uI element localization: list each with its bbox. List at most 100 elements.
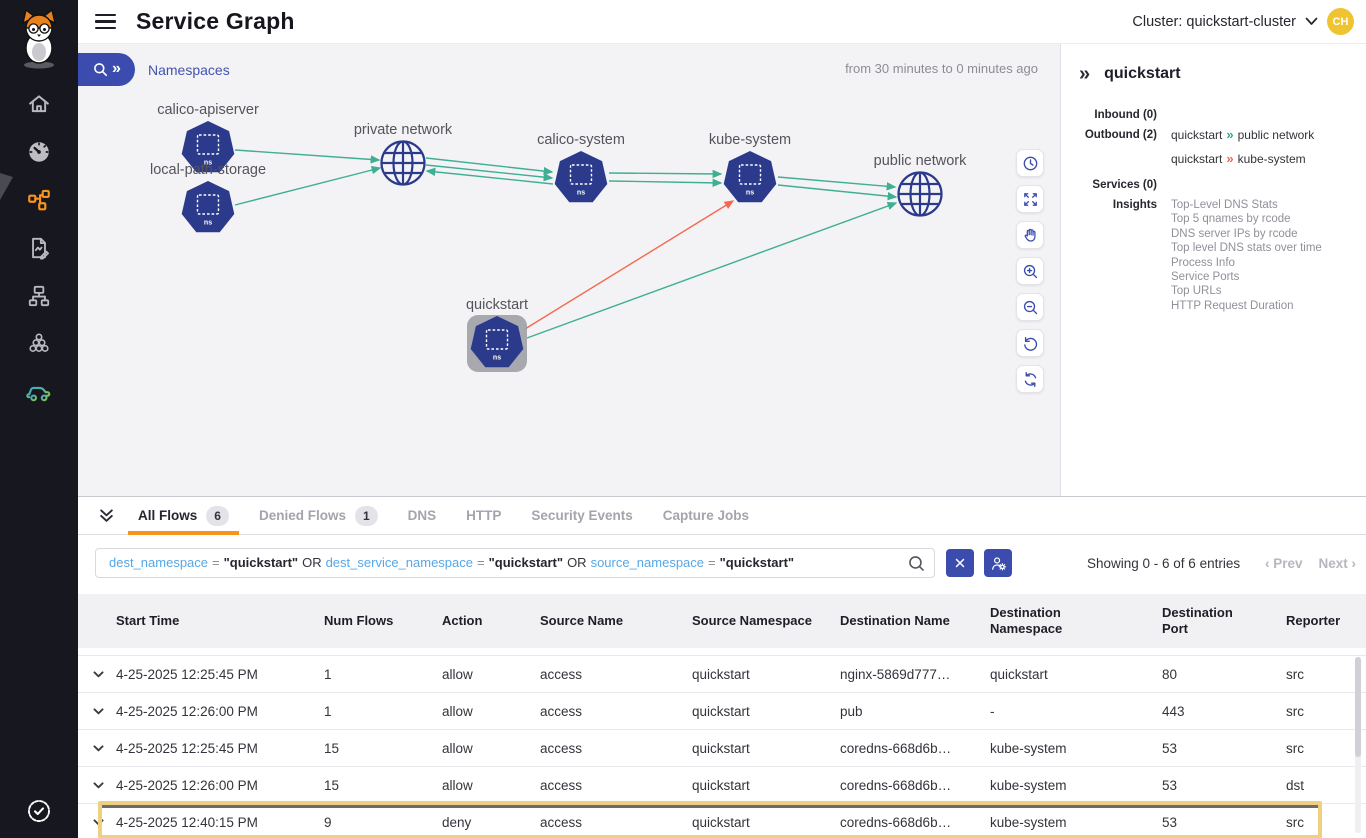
filter-segment-op: = — [708, 555, 716, 570]
column-header[interactable]: Destination Port — [1162, 605, 1286, 638]
cluster-selector[interactable]: Cluster: quickstart-cluster — [1132, 14, 1318, 30]
zoom-out-icon[interactable] — [1016, 293, 1044, 321]
graph-view-label[interactable]: Namespaces — [148, 62, 230, 78]
insight-link[interactable]: Top-Level DNS Stats — [1171, 198, 1356, 212]
graph-node-local-path-storage[interactable]: nslocal-path-storage — [150, 162, 266, 232]
flow-row[interactable]: 4-25-2025 12:25:45 PM1allowaccessquickst… — [78, 656, 1366, 693]
column-header[interactable]: Action — [442, 613, 540, 629]
cell: allow — [442, 667, 540, 682]
cell: quickstart — [692, 815, 840, 830]
flow-direction-icon: » — [1226, 151, 1233, 166]
insight-link[interactable]: Top 5 qnames by rcode — [1171, 212, 1356, 226]
tab-dns[interactable]: DNS — [393, 497, 452, 535]
cell: access — [540, 704, 692, 719]
flow-filter-input[interactable]: dest_namespace="quickstart"ORdest_servic… — [95, 548, 935, 578]
cell: 4-25-2025 12:40:15 PM — [116, 815, 324, 830]
column-header[interactable]: Destination Namespace — [990, 605, 1162, 638]
user-settings-button[interactable] — [984, 549, 1012, 577]
undo-icon[interactable] — [1016, 329, 1044, 357]
cell: 53 — [1162, 815, 1286, 830]
collapse-panel-icon[interactable]: » — [1079, 64, 1090, 84]
tab-all-flows[interactable]: All Flows6 — [123, 497, 244, 535]
tab-capture-jobs[interactable]: Capture Jobs — [648, 497, 764, 535]
insight-link[interactable]: DNS server IPs by rcode — [1171, 227, 1356, 241]
tab-label: DNS — [408, 508, 437, 523]
pan-hand-icon[interactable] — [1016, 221, 1044, 249]
double-chevron-down-icon[interactable] — [98, 507, 115, 524]
hamburger-menu-icon[interactable] — [95, 10, 119, 34]
filter-segment-value: "quickstart" — [720, 555, 794, 570]
time-range-icon[interactable] — [1016, 149, 1044, 177]
flow-row[interactable]: 4-25-2025 12:25:45 PM15allowaccessquicks… — [78, 730, 1366, 767]
filter-segment-field: dest_service_namespace — [326, 555, 473, 570]
dashboard-gauge-icon[interactable] — [0, 128, 78, 176]
expand-row-icon[interactable] — [92, 816, 116, 829]
policies-icon[interactable] — [0, 224, 78, 272]
column-header[interactable]: Source Namespace — [692, 613, 840, 629]
cell: kube-system — [990, 778, 1162, 793]
expand-row-icon[interactable] — [92, 779, 116, 792]
outbound-edge[interactable]: quickstart»public network — [1171, 123, 1356, 147]
tab-security-events[interactable]: Security Events — [516, 497, 647, 535]
search-icon[interactable] — [906, 553, 927, 578]
next-page-button[interactable]: Next › — [1318, 556, 1356, 571]
inbound-label: Inbound (0) — [1079, 105, 1157, 121]
tab-label: HTTP — [466, 508, 501, 523]
outbound-edge[interactable]: quickstart»kube-system — [1171, 147, 1356, 171]
service-graph-canvas[interactable]: nscalico-apiservernslocal-path-storagepr… — [78, 44, 1060, 496]
graph-node-private-network[interactable]: private network — [354, 122, 453, 185]
showing-entries-label: Showing 0 - 6 of 6 entries — [1087, 556, 1240, 571]
filter-segment-field: dest_namespace — [109, 555, 208, 570]
insight-link[interactable]: Top level DNS stats over time — [1171, 241, 1356, 255]
column-header[interactable]: Start Time — [116, 613, 324, 629]
cell: 4-25-2025 12:26:00 PM — [116, 704, 324, 719]
refresh-icon[interactable] — [1016, 365, 1044, 393]
graph-node-calico-system[interactable]: nscalico-system — [537, 132, 625, 202]
column-header[interactable]: Reporter — [1286, 613, 1366, 629]
cell: 443 — [1162, 704, 1286, 719]
graph-node-quickstart[interactable]: nsquickstart — [466, 297, 528, 372]
expand-row-icon[interactable] — [92, 705, 116, 718]
network-tree-icon[interactable] — [0, 272, 78, 320]
cell: 1 — [324, 704, 442, 719]
zoom-in-icon[interactable] — [1016, 257, 1044, 285]
user-avatar[interactable]: CH — [1327, 8, 1354, 35]
filter-segment-op: = — [477, 555, 485, 570]
cell: src — [1286, 704, 1366, 719]
cell: 1 — [324, 667, 442, 682]
fit-screen-icon[interactable] — [1016, 185, 1044, 213]
tab-denied-flows[interactable]: Denied Flows1 — [244, 497, 393, 535]
column-header[interactable]: Num Flows — [324, 613, 442, 629]
graph-search-pill[interactable]: » — [78, 53, 135, 86]
close-icon — [953, 556, 967, 570]
insight-link[interactable]: Top URLs — [1171, 284, 1356, 298]
column-header[interactable]: Source Name — [540, 613, 692, 629]
insight-link[interactable]: Process Info — [1171, 256, 1356, 270]
tab-label: Security Events — [531, 508, 632, 523]
expand-row-icon[interactable] — [92, 742, 116, 755]
column-header[interactable]: Destination Name — [840, 613, 990, 629]
compliance-car-icon[interactable] — [0, 368, 78, 416]
insight-link[interactable]: HTTP Request Duration — [1171, 299, 1356, 313]
service-graph-icon[interactable] — [0, 176, 78, 224]
tab-http[interactable]: HTTP — [451, 497, 516, 535]
tab-label: Capture Jobs — [663, 508, 749, 523]
insight-link[interactable]: Service Ports — [1171, 270, 1356, 284]
flows-table-header: Start TimeNum FlowsActionSource NameSour… — [78, 594, 1366, 648]
svg-text:ns: ns — [577, 190, 585, 197]
flow-row[interactable]: 4-25-2025 12:26:00 PM15allowaccessquicks… — [78, 767, 1366, 804]
table-scrollbar[interactable] — [1355, 657, 1361, 833]
cell: quickstart — [990, 667, 1162, 682]
cell: allow — [442, 778, 540, 793]
home-icon[interactable] — [0, 80, 78, 128]
flow-row[interactable]: 4-25-2025 12:40:15 PM9denyaccessquicksta… — [78, 804, 1366, 838]
prev-page-button[interactable]: ‹ Prev — [1265, 556, 1303, 571]
clear-filter-button[interactable] — [946, 549, 974, 577]
cell: 53 — [1162, 778, 1286, 793]
flow-row[interactable]: 4-25-2025 12:26:00 PM1allowaccessquickst… — [78, 693, 1366, 730]
expand-row-icon[interactable] — [92, 668, 116, 681]
page-title: Service Graph — [136, 8, 295, 35]
clusters-icon[interactable] — [0, 320, 78, 368]
tab-label: Denied Flows — [259, 508, 346, 523]
graph-node-kube-system[interactable]: nskube-system — [709, 132, 791, 202]
